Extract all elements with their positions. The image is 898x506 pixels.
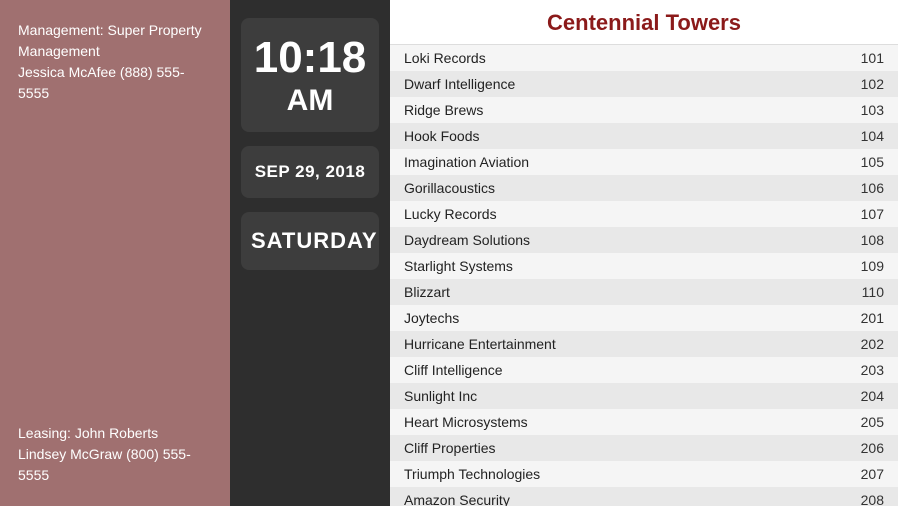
table-row: Triumph Technologies 207 <box>390 461 898 487</box>
tenant-name: Triumph Technologies <box>390 461 838 487</box>
date-box: SEP 29, 2018 <box>241 146 379 198</box>
tenant-suite: 103 <box>838 97 898 123</box>
tenant-name: Lucky Records <box>390 201 838 227</box>
table-row: Loki Records 101 <box>390 45 898 71</box>
tenant-suite: 104 <box>838 123 898 149</box>
tenant-name: Ridge Brews <box>390 97 838 123</box>
tenant-table: Loki Records 101 Dwarf Intelligence 102 … <box>390 45 898 506</box>
tenant-name: Hurricane Entertainment <box>390 331 838 357</box>
table-row: Hurricane Entertainment 202 <box>390 331 898 357</box>
tenant-name: Sunlight Inc <box>390 383 838 409</box>
tenant-suite: 105 <box>838 149 898 175</box>
tenant-name: Joytechs <box>390 305 838 331</box>
tenant-name: Blizzart <box>390 279 838 305</box>
tenant-name: Amazon Security <box>390 487 838 506</box>
tenant-name: Hook Foods <box>390 123 838 149</box>
clock-time: 10:18 <box>251 36 369 80</box>
day-text: SATURDAY <box>251 228 369 254</box>
left-panel: Management: Super Property Management Je… <box>0 0 230 506</box>
tenant-suite: 208 <box>838 487 898 506</box>
tenant-name: Dwarf Intelligence <box>390 71 838 97</box>
management-block: Management: Super Property Management Je… <box>18 20 212 104</box>
management-label: Management: Super Property Management <box>18 22 202 59</box>
tenant-name: Starlight Systems <box>390 253 838 279</box>
leasing-label: Leasing: John Roberts <box>18 425 158 441</box>
table-row: Joytechs 201 <box>390 305 898 331</box>
tenant-name: Imagination Aviation <box>390 149 838 175</box>
tenant-suite: 201 <box>838 305 898 331</box>
table-row: Lucky Records 107 <box>390 201 898 227</box>
table-row: Hook Foods 104 <box>390 123 898 149</box>
clock-box: 10:18 AM <box>241 18 379 132</box>
management-contact: Jessica McAfee (888) 555-5555 <box>18 64 185 101</box>
tenant-suite: 202 <box>838 331 898 357</box>
tenant-suite: 102 <box>838 71 898 97</box>
table-row: Cliff Properties 206 <box>390 435 898 461</box>
tenant-suite: 207 <box>838 461 898 487</box>
tenant-suite: 108 <box>838 227 898 253</box>
tenant-name: Daydream Solutions <box>390 227 838 253</box>
tenant-name: Cliff Intelligence <box>390 357 838 383</box>
table-row: Daydream Solutions 108 <box>390 227 898 253</box>
table-row: Amazon Security 208 <box>390 487 898 506</box>
tenant-suite: 107 <box>838 201 898 227</box>
tenant-name: Cliff Properties <box>390 435 838 461</box>
tenant-suite: 106 <box>838 175 898 201</box>
tenant-name: Heart Microsystems <box>390 409 838 435</box>
day-box: SATURDAY <box>241 212 379 270</box>
tenant-suite: 110 <box>838 279 898 305</box>
tenant-suite: 205 <box>838 409 898 435</box>
table-row: Starlight Systems 109 <box>390 253 898 279</box>
date-text: SEP 29, 2018 <box>251 162 369 182</box>
tenant-suite: 204 <box>838 383 898 409</box>
tenant-suite: 203 <box>838 357 898 383</box>
center-panel: 10:18 AM SEP 29, 2018 SATURDAY <box>230 0 390 506</box>
tenant-suite: 109 <box>838 253 898 279</box>
table-row: Gorillacoustics 106 <box>390 175 898 201</box>
leasing-contact: Lindsey McGraw (800) 555-5555 <box>18 446 191 483</box>
leasing-block: Leasing: John Roberts Lindsey McGraw (80… <box>18 423 212 486</box>
table-row: Sunlight Inc 204 <box>390 383 898 409</box>
building-title: Centennial Towers <box>390 0 898 45</box>
right-panel: Centennial Towers Loki Records 101 Dwarf… <box>390 0 898 506</box>
table-row: Dwarf Intelligence 102 <box>390 71 898 97</box>
table-row: Cliff Intelligence 203 <box>390 357 898 383</box>
table-row: Blizzart 110 <box>390 279 898 305</box>
tenant-name: Loki Records <box>390 45 838 71</box>
tenant-name: Gorillacoustics <box>390 175 838 201</box>
table-row: Ridge Brews 103 <box>390 97 898 123</box>
table-row: Heart Microsystems 205 <box>390 409 898 435</box>
table-row: Imagination Aviation 105 <box>390 149 898 175</box>
tenant-suite: 101 <box>838 45 898 71</box>
tenant-suite: 206 <box>838 435 898 461</box>
clock-ampm: AM <box>251 84 369 118</box>
